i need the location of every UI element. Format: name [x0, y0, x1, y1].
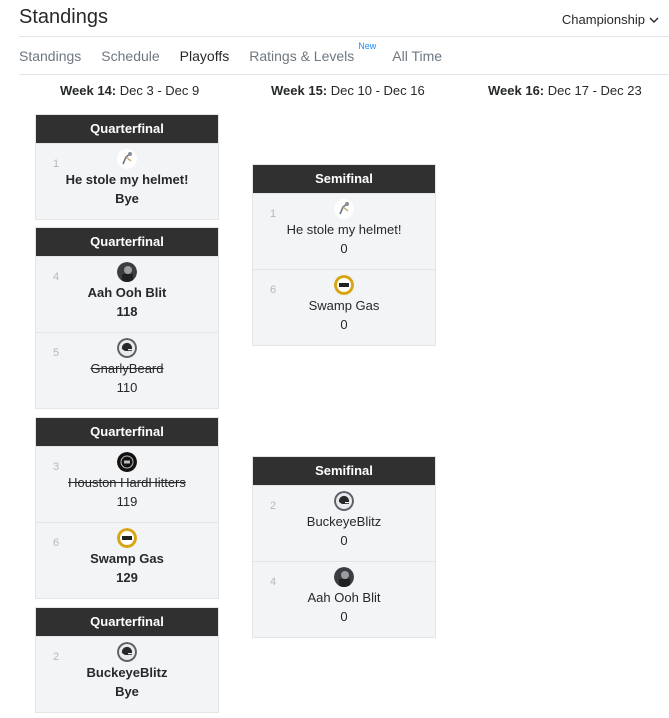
team-score: 118	[116, 304, 138, 319]
team-name[interactable]: Houston HardHitters	[36, 475, 218, 491]
week-dates: Dec 10 - Dec 16	[330, 83, 425, 98]
week-name: Week 14:	[60, 83, 117, 98]
team-score: 0	[340, 241, 348, 256]
team-name[interactable]: Aah Ooh Blit	[36, 285, 218, 301]
week-name: Week 16:	[488, 83, 545, 98]
week-dates: Dec 17 - Dec 23	[547, 83, 642, 98]
semifinal-card[interactable]: Semifinal 2 BuckeyeBlitz 0 4 Aah Ooh Blit 0	[252, 456, 436, 638]
team-seed: 1	[270, 208, 277, 220]
team-row[interactable]: 5 GnarlyBeard 110	[36, 332, 218, 408]
new-badge: New	[358, 41, 377, 51]
team-score: 0	[340, 533, 348, 548]
quarterfinal-card[interactable]: Quarterfinal 1 He stole my helmet! Bye	[35, 114, 219, 220]
team-seed: 5	[53, 347, 60, 359]
quarterfinal-header: Quarterfinal	[36, 228, 218, 256]
week-15-label: Week 15: Dec 10 - Dec 16	[271, 83, 425, 98]
team-name[interactable]: BuckeyeBlitz	[36, 665, 218, 681]
team-score: Bye	[115, 191, 139, 206]
tab-ratings-levels[interactable]: Ratings & Levels New	[249, 41, 376, 64]
team-name[interactable]: BuckeyeBlitz	[253, 514, 435, 530]
week-dates: Dec 3 - Dec 9	[119, 83, 200, 98]
team-seed: 2	[53, 651, 60, 663]
tab-playoffs[interactable]: Playoffs	[180, 48, 230, 64]
header-divider	[19, 36, 669, 37]
team-row[interactable]: 1 He stole my helmet! Bye	[36, 143, 218, 219]
week-14-label: Week 14: Dec 3 - Dec 9	[60, 83, 199, 98]
league-select[interactable]: Championship	[562, 12, 659, 27]
team-name[interactable]: Swamp Gas	[253, 298, 435, 314]
team-score: 110	[116, 380, 138, 395]
team-seed: 4	[53, 271, 60, 283]
semifinal-card[interactable]: Semifinal 1 He stole my helmet! 0 6 Swamp Gas…	[252, 164, 436, 346]
team-score: Bye	[115, 684, 139, 699]
quarterfinal-header: Quarterfinal	[36, 115, 218, 143]
chevron-down-icon	[649, 17, 659, 23]
team-row[interactable]: 1 He stole my helmet! 0	[253, 193, 435, 269]
tab-all-time[interactable]: All Time	[392, 48, 442, 64]
team-row[interactable]: 2 BuckeyeBlitz 0	[253, 485, 435, 561]
nav-tabs: Standings Schedule Playoffs Ratings & Le…	[19, 41, 462, 64]
quarterfinal-card[interactable]: Quarterfinal 4 Aah Ooh Blit 118 5 GnarlyBeard…	[35, 227, 219, 409]
team-name[interactable]: GnarlyBeard	[36, 361, 218, 377]
quarterfinal-header: Quarterfinal	[36, 608, 218, 636]
team-row[interactable]: 6 Swamp Gas 0	[253, 269, 435, 345]
page-title: Standings	[19, 6, 108, 28]
team-score: 0	[340, 317, 348, 332]
tab-schedule[interactable]: Schedule	[101, 48, 159, 64]
quarterfinal-card[interactable]: Quarterfinal 2 BuckeyeBlitz Bye	[35, 607, 219, 713]
team-seed: 6	[270, 284, 277, 296]
team-seed: 1	[53, 158, 60, 170]
team-seed: 2	[270, 500, 277, 512]
team-row[interactable]: 4 Aah Ooh Blit 118	[36, 256, 218, 332]
league-select-label: Championship	[561, 12, 645, 27]
semifinal-header: Semifinal	[253, 165, 435, 193]
team-row[interactable]: 3 Houston HardHitters 119	[36, 446, 218, 522]
helmet-avatar-icon	[117, 642, 137, 662]
team-seed: 3	[53, 461, 60, 473]
helmet-figure-avatar-icon	[334, 199, 354, 219]
team-seed: 4	[270, 576, 277, 588]
team-name[interactable]: He stole my helmet!	[253, 222, 435, 238]
semifinal-header: Semifinal	[253, 457, 435, 485]
helmet-avatar-icon	[334, 491, 354, 511]
team-seed: 6	[53, 537, 60, 549]
quarterfinal-header: Quarterfinal	[36, 418, 218, 446]
team-name[interactable]: He stole my helmet!	[36, 172, 218, 188]
team-score: 0	[340, 609, 348, 624]
team-score: 129	[116, 570, 138, 585]
team-score: 119	[116, 494, 138, 509]
quarterfinal-card[interactable]: Quarterfinal 3 Houston HardHitters 119 6 Swam…	[35, 417, 219, 599]
dark-photo-avatar-icon	[117, 262, 137, 282]
helmet-avatar-icon	[117, 338, 137, 358]
week-16-label: Week 16: Dec 17 - Dec 23	[488, 83, 642, 98]
black-logo-avatar-icon	[117, 452, 137, 472]
gold-logo-avatar-icon	[334, 275, 354, 295]
team-row[interactable]: 2 BuckeyeBlitz Bye	[36, 636, 218, 712]
tab-standings[interactable]: Standings	[19, 48, 81, 64]
tab-ratings-levels-label: Ratings & Levels	[249, 48, 355, 64]
team-row[interactable]: 6 Swamp Gas 129	[36, 522, 218, 598]
helmet-figure-avatar-icon	[117, 149, 137, 169]
team-row[interactable]: 4 Aah Ooh Blit 0	[253, 561, 435, 637]
team-name[interactable]: Swamp Gas	[36, 551, 218, 567]
week-name: Week 15:	[271, 83, 328, 98]
dark-photo-avatar-icon	[334, 567, 354, 587]
tabs-divider	[19, 74, 669, 75]
gold-logo-avatar-icon	[117, 528, 137, 548]
team-name[interactable]: Aah Ooh Blit	[253, 590, 435, 606]
